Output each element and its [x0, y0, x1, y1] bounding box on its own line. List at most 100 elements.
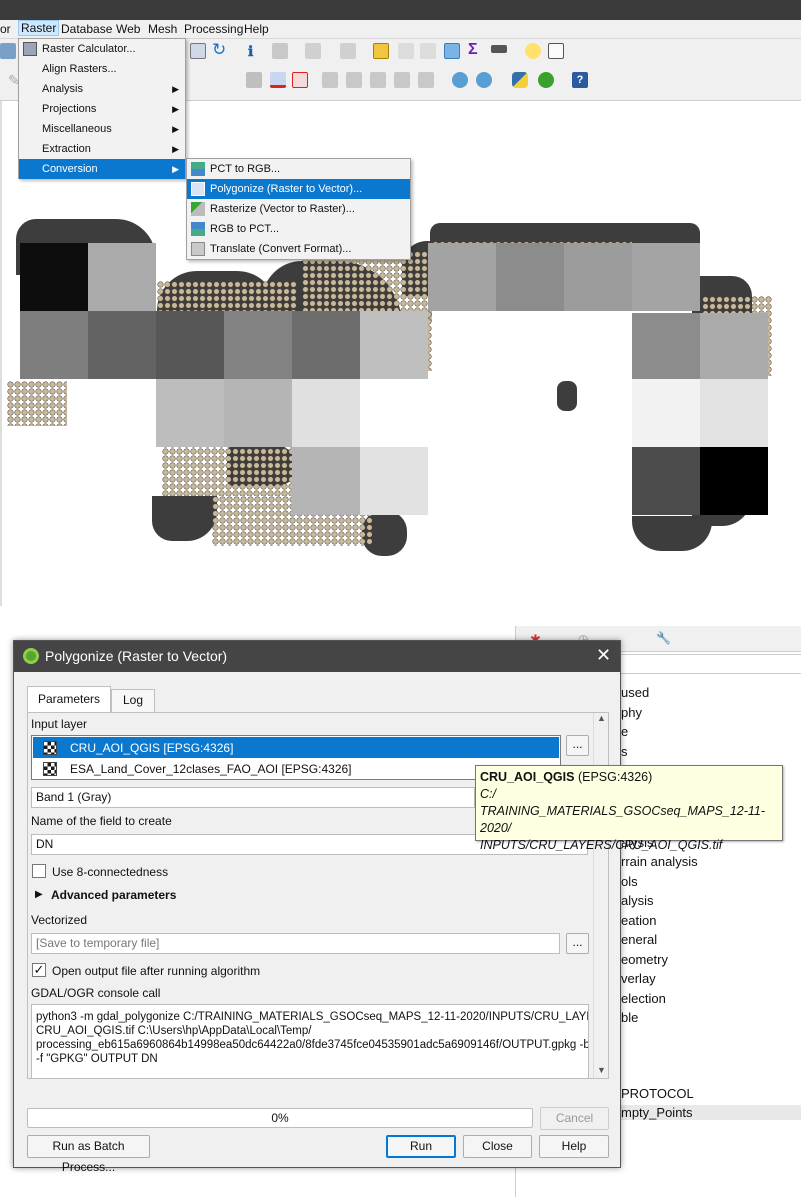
- toolbox-tree-item[interactable]: election: [621, 991, 666, 1006]
- menu-mesh[interactable]: Mesh: [148, 22, 177, 36]
- advanced-parameters-toggle[interactable]: Advanced parameters: [51, 888, 176, 902]
- menu-processing[interactable]: Processing: [184, 22, 243, 36]
- annotation-icon[interactable]: [525, 43, 541, 59]
- expand-arrow-icon[interactable]: ▶: [35, 889, 43, 900]
- menu-item-projections[interactable]: Projections ▶: [19, 99, 185, 119]
- tab-log[interactable]: Log: [111, 689, 155, 712]
- console-call-text[interactable]: python3 -m gdal_polygonize C:/TRAINING_M…: [31, 1004, 589, 1079]
- band-select[interactable]: Band 1 (Gray): [31, 787, 475, 808]
- submenu-arrow-icon: ▶: [172, 164, 179, 174]
- raster-cell: [224, 311, 292, 379]
- toolbox-tree-item[interactable]: used: [621, 685, 649, 700]
- layout-icon[interactable]: [420, 43, 436, 59]
- menu-item-raster-calculator[interactable]: Raster Calculator...: [19, 39, 185, 59]
- rasterize-icon: [191, 202, 205, 216]
- toolbox-tree-item[interactable]: alysis: [621, 893, 654, 908]
- toolbox-tree-item[interactable]: rrain analysis: [621, 854, 698, 869]
- refresh-icon[interactable]: ↻: [212, 41, 228, 59]
- toolbox-tree-item[interactable]: eneral: [621, 932, 657, 947]
- label-change-icon[interactable]: [418, 72, 434, 88]
- close-button[interactable]: Close: [463, 1135, 532, 1158]
- label-abc-icon[interactable]: [292, 72, 308, 88]
- menu-item-polygonize[interactable]: Polygonize (Raster to Vector)...: [187, 179, 410, 199]
- sum-icon[interactable]: Σ: [468, 41, 484, 58]
- run-button[interactable]: Run: [386, 1135, 456, 1158]
- dialog-title: Polygonize (Raster to Vector): [45, 648, 228, 664]
- raster-layer-icon: [43, 761, 57, 776]
- processing-toolbox-icon[interactable]: [444, 43, 460, 59]
- measure-icon[interactable]: [491, 45, 507, 53]
- menu-help[interactable]: Help: [244, 22, 269, 36]
- toolbox-tree-item[interactable]: verlay: [621, 971, 656, 986]
- point-cluster: [7, 381, 67, 426]
- vectorized-output-field[interactable]: [Save to temporary file]: [31, 933, 560, 954]
- toolbox-tree-item[interactable]: s: [621, 744, 628, 759]
- python-icon[interactable]: [512, 72, 528, 88]
- toolbox-tree-item[interactable]: ble: [621, 1010, 638, 1025]
- wrench-icon[interactable]: 🔧: [656, 631, 671, 645]
- label-rotate-icon[interactable]: [394, 72, 410, 88]
- globe-search-icon[interactable]: [476, 72, 492, 88]
- raster-cell: [632, 447, 700, 515]
- toolbox-tree-item[interactable]: e: [621, 724, 628, 739]
- vectorized-label: Vectorized: [31, 913, 88, 927]
- scroll-up-icon[interactable]: ▲: [597, 713, 606, 723]
- toolbox-tree-item[interactable]: ols: [621, 874, 638, 889]
- menu-item-analysis[interactable]: Analysis ▶: [19, 79, 185, 99]
- scroll-down-icon[interactable]: ▼: [597, 1065, 606, 1075]
- zoom-tool-icon[interactable]: [272, 43, 288, 59]
- raster-cell: [88, 243, 156, 311]
- menu-database[interactable]: Database: [61, 22, 112, 36]
- menu-item-translate[interactable]: Translate (Convert Format)...: [187, 239, 410, 259]
- deselect-icon[interactable]: [340, 43, 356, 59]
- tab-parameters[interactable]: Parameters: [27, 686, 111, 712]
- menu-item-miscellaneous[interactable]: Miscellaneous ▶: [19, 119, 185, 139]
- toolbox-tree-item[interactable]: phy: [621, 705, 642, 720]
- toolbox-tree-item[interactable]: mpty_Points: [609, 1105, 801, 1120]
- menu-web[interactable]: Web: [116, 22, 140, 36]
- label-pin-icon[interactable]: [322, 72, 338, 88]
- connectedness-checkbox[interactable]: [32, 864, 46, 878]
- identify-icon[interactable]: ℹ: [248, 43, 264, 59]
- window-titlebar: [0, 0, 801, 20]
- toolbox-tree-item[interactable]: eometry: [621, 952, 668, 967]
- digitize-icon[interactable]: [0, 43, 16, 59]
- filter-icon[interactable]: [373, 43, 389, 59]
- plugin-icon[interactable]: [538, 72, 554, 88]
- menu-item-conversion[interactable]: Conversion ▶: [19, 159, 185, 179]
- help-button[interactable]: Help: [539, 1135, 609, 1158]
- menu-item-extraction[interactable]: Extraction ▶: [19, 139, 185, 159]
- menu-item-align-rasters[interactable]: Align Rasters...: [19, 59, 185, 79]
- label-move-icon[interactable]: [370, 72, 386, 88]
- polygonize-dialog: Polygonize (Raster to Vector) ✕ Paramete…: [13, 640, 621, 1174]
- cancel-button[interactable]: Cancel: [540, 1107, 609, 1130]
- globe-icon[interactable]: [452, 72, 468, 88]
- label-icon[interactable]: [270, 72, 286, 88]
- select-icon[interactable]: [305, 43, 321, 59]
- layer-option-selected[interactable]: CRU_AOI_QGIS [EPSG:4326]: [33, 737, 559, 758]
- open-output-label: Open output file after running algorithm: [52, 964, 261, 978]
- menu-item-pct-to-rgb[interactable]: PCT to RGB...: [187, 159, 410, 179]
- toolbox-tree-item[interactable]: eation: [621, 913, 656, 928]
- vectorized-browse-button[interactable]: ...: [566, 933, 589, 954]
- close-icon[interactable]: ✕: [596, 645, 611, 666]
- menu-raster[interactable]: Raster: [17, 20, 60, 36]
- run-batch-button[interactable]: Run as Batch Process...: [27, 1135, 150, 1174]
- menu-item-rasterize[interactable]: Rasterize (Vector to Raster)...: [187, 199, 410, 219]
- help-icon[interactable]: ?: [572, 72, 588, 88]
- open-output-checkbox[interactable]: ✓: [32, 963, 46, 977]
- connectedness-label: Use 8-connectedness: [52, 865, 169, 879]
- text-annotation-icon[interactable]: [548, 43, 564, 59]
- console-call-label: GDAL/OGR console call: [31, 986, 161, 1000]
- menu-item-rgb-to-pct[interactable]: RGB to PCT...: [187, 219, 410, 239]
- raster-cell: [700, 313, 768, 381]
- menu-vector[interactable]: or: [0, 22, 11, 36]
- edit-node-icon[interactable]: [246, 72, 262, 88]
- table-icon[interactable]: [398, 43, 414, 59]
- input-layer-browse-button[interactable]: ...: [566, 735, 589, 756]
- raster-layer-icon: [43, 740, 57, 755]
- label-show-icon[interactable]: [346, 72, 362, 88]
- save-icon[interactable]: [190, 43, 206, 59]
- toolbox-tree-item[interactable]: PROTOCOL: [621, 1086, 694, 1101]
- land-mass: [632, 516, 712, 551]
